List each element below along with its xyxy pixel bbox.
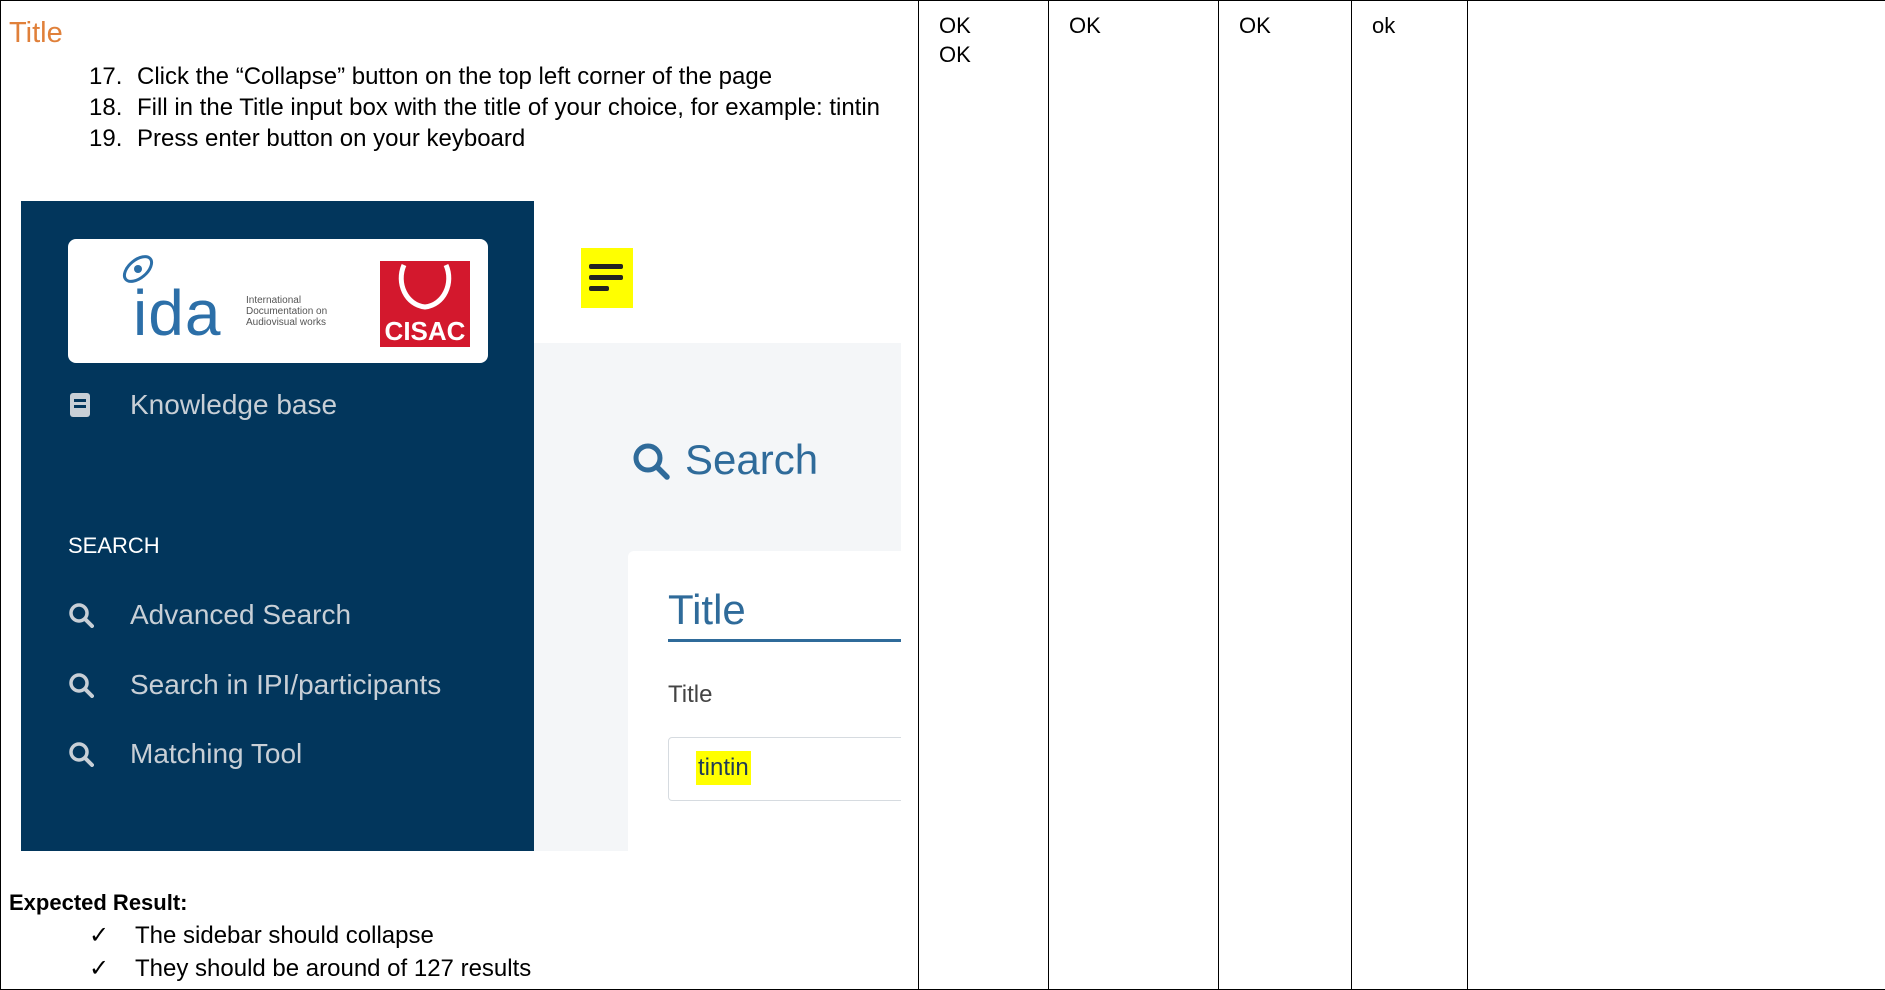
card-title: Title bbox=[668, 586, 746, 633]
book-icon bbox=[70, 393, 90, 417]
sidebar-item-label: Advanced Search bbox=[130, 599, 352, 630]
step-text: Click the “Collapse” button on the top l… bbox=[137, 63, 773, 90]
status-cell: OK bbox=[1218, 0, 1352, 990]
logo: ida International Documentation on Audio… bbox=[68, 239, 488, 363]
status-value: OK bbox=[1239, 13, 1271, 38]
expected-result-label: Expected Result: bbox=[9, 890, 188, 915]
steps-list: 17. Click the “Collapse” button on the t… bbox=[1, 61, 901, 154]
step-number: 18. bbox=[89, 94, 123, 121]
check-icon: ✓ bbox=[89, 955, 110, 982]
ida-subtitle: International Documentation on Audiovisu… bbox=[246, 295, 331, 328]
status-value: ok bbox=[1372, 13, 1396, 38]
page-heading-label: Search bbox=[685, 436, 819, 483]
card-title-underline bbox=[668, 639, 901, 642]
status-cell: ok bbox=[1351, 0, 1468, 990]
title-input[interactable]: tintin bbox=[668, 737, 901, 801]
status-value: OK bbox=[939, 13, 971, 38]
status-cell: OK bbox=[1048, 0, 1219, 990]
step-item: 19. Press enter button on your keyboard bbox=[1, 123, 901, 154]
ida-wordmark: ida bbox=[133, 277, 222, 349]
cisac-logo: CISAC bbox=[380, 261, 470, 347]
step-text: Press enter button on your keyboard bbox=[137, 125, 526, 152]
hamburger-icon bbox=[589, 286, 609, 291]
search-icon bbox=[69, 673, 94, 698]
comments-cell bbox=[1467, 0, 1885, 990]
status-value: OK bbox=[939, 42, 971, 67]
status-value: OK bbox=[1069, 13, 1101, 38]
embedded-screenshot: ida International Documentation on Audio… bbox=[21, 201, 901, 851]
sidebar-section-heading: SEARCH bbox=[68, 533, 160, 558]
title-search-card: Title Title tintin bbox=[628, 551, 901, 851]
step-number: 19. bbox=[89, 125, 123, 152]
sidebar: ida International Documentation on Audio… bbox=[21, 201, 534, 851]
sidebar-item-label: Matching Tool bbox=[130, 738, 303, 769]
status-cell: OK OK bbox=[918, 0, 1049, 990]
ida-subtitle-text: International Documentation on Audiovisu… bbox=[246, 295, 328, 328]
sidebar-item-label: Knowledge base bbox=[130, 389, 338, 420]
search-icon bbox=[69, 603, 94, 628]
hamburger-icon bbox=[589, 275, 623, 280]
test-case-table: Title 17. Click the “Collapse” button on… bbox=[0, 0, 1885, 990]
cisac-curve-icon bbox=[398, 263, 452, 310]
step-text: Fill in the Title input box with the tit… bbox=[137, 94, 881, 121]
section-title: Title bbox=[9, 17, 63, 49]
hamburger-icon bbox=[589, 264, 623, 269]
check-icon: ✓ bbox=[89, 922, 110, 949]
title-input-value: tintin bbox=[696, 751, 751, 785]
cisac-label: CISAC bbox=[384, 316, 466, 346]
expected-item-text: They should be around of 127 results bbox=[135, 955, 532, 982]
search-icon bbox=[633, 443, 670, 480]
search-icon bbox=[69, 742, 94, 767]
step-number: 17. bbox=[89, 63, 123, 90]
collapse-button[interactable] bbox=[581, 248, 633, 308]
step-item: 17. Click the “Collapse” button on the t… bbox=[1, 61, 901, 92]
sidebar-item-label: Search in IPI/participants bbox=[130, 669, 442, 700]
expected-item-text: The sidebar should collapse bbox=[135, 922, 434, 949]
title-field-label: Title bbox=[668, 681, 713, 708]
step-item: 18. Fill in the Title input box with the… bbox=[1, 92, 901, 123]
steps-cell: Title 17. Click the “Collapse” button on… bbox=[0, 0, 919, 990]
